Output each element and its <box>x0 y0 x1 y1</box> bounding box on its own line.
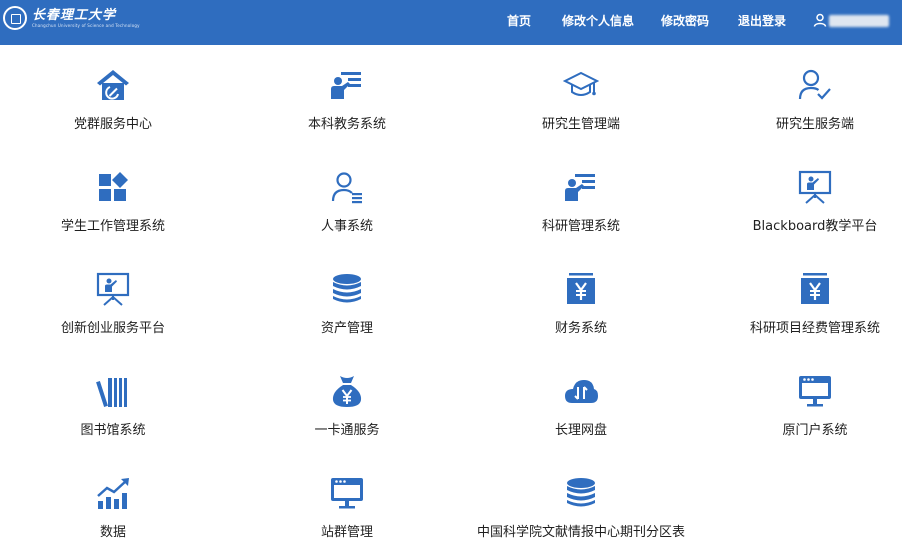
app-tile[interactable]: 科研项目经费管理系统 <box>702 249 902 349</box>
app-tile[interactable]: 党群服务中心 <box>0 45 226 145</box>
app-tile[interactable]: Blackboard教学平台 <box>702 147 902 247</box>
database-icon <box>329 271 365 307</box>
user-icon[interactable] <box>813 13 827 27</box>
app-tile[interactable]: 人事系统 <box>234 147 460 247</box>
app-label: 研究生服务端 <box>775 117 854 132</box>
app-label: 原门户系统 <box>782 423 848 438</box>
app-label: 创新创业服务平台 <box>60 321 165 336</box>
app-label: 本科教务系统 <box>307 117 386 132</box>
app-tile[interactable]: 本科教务系统 <box>234 45 460 145</box>
nav-change-password[interactable]: 修改密码 <box>661 0 709 42</box>
party-house-icon <box>95 67 131 103</box>
easel-presenter-icon <box>95 271 131 307</box>
app-label: 长理网盘 <box>554 423 607 438</box>
easel-presenter-icon <box>797 169 833 205</box>
user-list-icon <box>329 169 365 205</box>
app-tile[interactable]: 原门户系统 <box>702 351 902 451</box>
money-bag-icon <box>329 373 365 409</box>
cloud-transfer-icon <box>563 373 599 409</box>
app-label: 资产管理 <box>320 321 373 336</box>
app-label: 一卡通服务 <box>314 423 380 438</box>
nav-edit-profile[interactable]: 修改个人信息 <box>562 0 634 42</box>
app-grid: 党群服务中心 本科教务系统 研究生管理端 研究生服务端 学生工作管理系统 人事系… <box>0 45 902 549</box>
app-label: 党群服务中心 <box>73 117 152 132</box>
app-tile[interactable]: 图书馆系统 <box>0 351 226 451</box>
user-name[interactable] <box>829 15 889 27</box>
top-navbar: 长春理工大学 Changchun University of Science a… <box>0 0 902 45</box>
teacher-board-icon <box>563 169 599 205</box>
nav-home[interactable]: 首页 <box>507 0 531 42</box>
logo-name-cn: 长春理工大学 <box>32 7 117 23</box>
app-label: Blackboard教学平台 <box>752 219 878 234</box>
app-label: 科研管理系统 <box>541 219 620 234</box>
app-label: 图书馆系统 <box>80 423 146 438</box>
app-tile[interactable]: 科研管理系统 <box>468 147 694 247</box>
app-tile[interactable]: 数据 <box>0 453 226 553</box>
yen-box-icon <box>563 271 599 307</box>
database-icon <box>563 475 599 511</box>
app-tile[interactable]: 创新创业服务平台 <box>0 249 226 349</box>
app-label: 财务系统 <box>554 321 607 336</box>
graduation-cap-icon <box>563 67 599 103</box>
app-tile[interactable]: 中国科学院文献情报中心期刊分区表 <box>468 453 694 553</box>
monitor-icon <box>797 373 833 409</box>
app-label: 站群管理 <box>320 525 373 540</box>
app-tile[interactable]: 资产管理 <box>234 249 460 349</box>
apps-blocks-icon <box>95 169 131 205</box>
monitor-icon <box>329 475 365 511</box>
app-tile[interactable]: 长理网盘 <box>468 351 694 451</box>
teacher-board-icon <box>329 67 365 103</box>
app-label: 中国科学院文献情报中心期刊分区表 <box>476 525 685 540</box>
university-seal-icon <box>3 6 27 30</box>
books-icon <box>95 373 131 409</box>
app-tile[interactable]: 研究生服务端 <box>702 45 902 145</box>
user-check-icon <box>797 67 833 103</box>
app-tile[interactable]: 一卡通服务 <box>234 351 460 451</box>
app-tile[interactable]: 学生工作管理系统 <box>0 147 226 247</box>
app-label: 学生工作管理系统 <box>60 219 165 234</box>
university-logo[interactable]: 长春理工大学 Changchun University of Science a… <box>3 5 140 31</box>
app-tile[interactable]: 财务系统 <box>468 249 694 349</box>
app-tile[interactable]: 站群管理 <box>234 453 460 553</box>
growth-chart-icon <box>95 475 131 511</box>
nav-logout[interactable]: 退出登录 <box>738 0 786 42</box>
app-label: 人事系统 <box>320 219 373 234</box>
logo-name-en: Changchun University of Science and Tech… <box>32 22 140 28</box>
yen-box-icon <box>797 271 833 307</box>
app-label: 数据 <box>99 525 126 540</box>
app-label: 研究生管理端 <box>541 117 620 132</box>
app-label: 科研项目经费管理系统 <box>749 321 880 336</box>
app-tile[interactable]: 研究生管理端 <box>468 45 694 145</box>
